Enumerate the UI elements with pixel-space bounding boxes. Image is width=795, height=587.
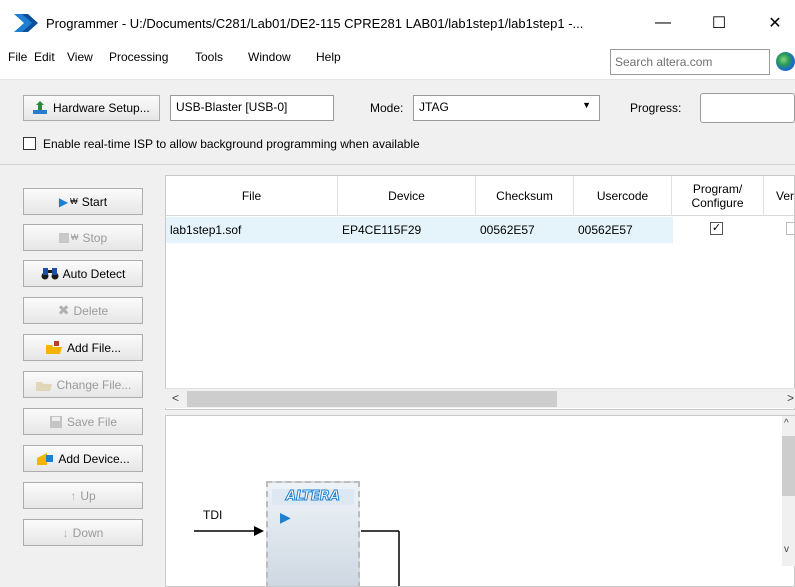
program-checkbox[interactable]: ✓: [710, 222, 723, 235]
change-file-button[interactable]: Change File...: [23, 371, 143, 398]
scroll-right-icon[interactable]: >: [787, 391, 794, 405]
vertical-scrollbar[interactable]: ^ v: [782, 416, 795, 566]
hardware-setup-button[interactable]: Hardware Setup...: [23, 95, 160, 121]
save-file-button[interactable]: Save File: [23, 408, 143, 435]
search-input[interactable]: Search altera.com: [610, 49, 770, 75]
scroll-up-icon[interactable]: ^: [784, 418, 789, 429]
save-file-label: Save File: [66, 414, 118, 429]
menu-window[interactable]: Window: [248, 50, 291, 64]
start-icon: ▶: [58, 194, 69, 209]
cell-checksum: 00562E57: [480, 223, 535, 237]
mode-value: JTAG: [419, 100, 449, 114]
down-icon: ↓: [62, 525, 69, 540]
delete-button[interactable]: ✖ Delete: [23, 297, 143, 324]
hardware-field: USB-Blaster [USB-0]: [170, 95, 334, 121]
isp-label: Enable real-time ISP to allow background…: [43, 137, 420, 151]
chain-diagram: TDI ALTERA ▶: [165, 415, 795, 587]
menu-edit[interactable]: Edit: [34, 50, 55, 64]
minimize-button[interactable]: —: [641, 8, 685, 38]
add-file-label: Add File...: [66, 340, 122, 355]
change-file-icon: [35, 381, 52, 391]
up-button[interactable]: ↑ Up: [23, 482, 143, 509]
vertical-scroll-thumb[interactable]: [782, 436, 795, 496]
scroll-left-icon[interactable]: <: [172, 391, 179, 405]
progress-label: Progress:: [630, 101, 682, 115]
up-icon: ↑: [70, 488, 77, 503]
cell-device: EP4CE115F29: [342, 223, 422, 237]
auto-detect-button[interactable]: Auto Detect: [23, 260, 143, 287]
hardware-strip: Hardware Setup... USB-Blaster [USB-0] Mo…: [0, 80, 795, 165]
table-row[interactable]: lab1step1.sof EP4CE115F29 00562E57 00562…: [166, 217, 794, 243]
delete-icon: ✖: [57, 302, 70, 318]
col-device[interactable]: Device: [338, 176, 476, 216]
start-button[interactable]: ▶ ₩ Start: [23, 188, 143, 215]
chevron-down-icon: ▼: [582, 100, 591, 110]
stop-icon: [58, 232, 69, 243]
progress-bar: [700, 93, 795, 123]
title-bar: Programmer - U:/Documents/C281/Lab01/DE2…: [0, 0, 795, 40]
maximize-button[interactable]: ☐: [697, 8, 741, 38]
menu-view[interactable]: View: [67, 50, 93, 64]
col-checksum[interactable]: Checksum: [476, 176, 574, 216]
add-file-icon: [45, 340, 62, 354]
change-file-label: Change File...: [56, 377, 132, 392]
col-usercode[interactable]: Usercode: [574, 176, 672, 216]
window-title: Programmer - U:/Documents/C281/Lab01/DE2…: [46, 16, 584, 31]
cell-file: lab1step1.sof: [170, 223, 242, 237]
down-label: Down: [72, 525, 104, 540]
cell-usercode: 00562E57: [578, 223, 633, 237]
menu-tools[interactable]: Tools: [195, 50, 223, 64]
horizontal-scroll-thumb[interactable]: [187, 391, 557, 407]
delete-label: Delete: [73, 303, 109, 318]
add-file-button[interactable]: Add File...: [23, 334, 143, 361]
chain-lines: [194, 526, 400, 586]
close-button[interactable]: ✕: [753, 8, 795, 38]
col-verify[interactable]: Ver: [764, 176, 794, 216]
stop-button[interactable]: ₩ Stop: [23, 224, 143, 251]
table-header: File Device Checksum Usercode Program/ C…: [166, 176, 794, 216]
globe-icon[interactable]: [776, 52, 795, 71]
auto-detect-label: Auto Detect: [62, 266, 126, 281]
fpga-chip[interactable]: ALTERA ▶: [266, 481, 360, 586]
isp-checkbox[interactable]: [23, 137, 36, 150]
mode-select[interactable]: JTAG ▼: [413, 95, 600, 121]
add-device-button[interactable]: Add Device...: [23, 445, 143, 472]
add-device-icon: [37, 452, 54, 465]
add-device-label: Add Device...: [58, 451, 130, 466]
col-file[interactable]: File: [166, 176, 338, 216]
hardware-icon: [33, 101, 47, 114]
scroll-down-icon[interactable]: v: [784, 544, 789, 555]
device-table: File Device Checksum Usercode Program/ C…: [165, 175, 795, 410]
menu-help[interactable]: Help: [316, 50, 341, 64]
binoculars-icon: [41, 268, 59, 280]
start-label: Start: [81, 194, 108, 209]
col-program-configure[interactable]: Program/ Configure: [672, 176, 764, 216]
menu-processing[interactable]: Processing: [109, 50, 168, 64]
horizontal-scrollbar[interactable]: < >: [165, 388, 795, 408]
mode-label: Mode:: [370, 101, 404, 115]
chip-play-icon: ▶: [280, 509, 291, 525]
save-file-icon: [49, 415, 62, 428]
menu-file[interactable]: File: [8, 50, 27, 64]
up-label: Up: [80, 488, 96, 503]
verify-checkbox[interactable]: [786, 222, 794, 235]
stop-label: Stop: [82, 230, 108, 245]
hardware-setup-label: Hardware Setup...: [53, 101, 150, 115]
altera-logo-icon: [14, 14, 38, 32]
altera-chip-logo: ALTERA: [272, 489, 354, 505]
down-button[interactable]: ↓ Down: [23, 519, 143, 546]
